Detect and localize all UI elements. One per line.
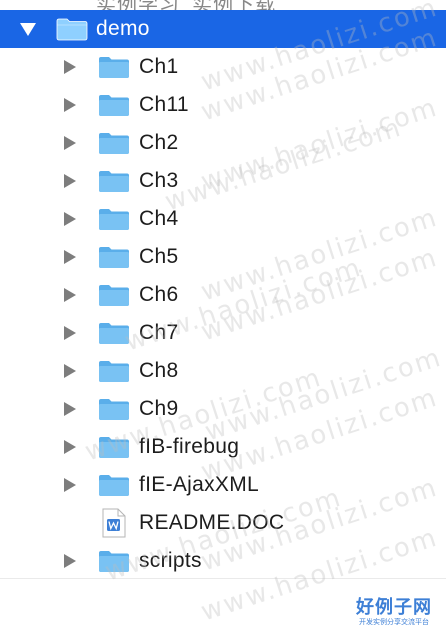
folder-icon <box>99 437 129 458</box>
list-bottom-divider <box>0 578 446 579</box>
tree-row[interactable]: Ch1 <box>0 48 446 86</box>
partially-visible-row: 实例学习_实例下载 <box>0 0 446 10</box>
tree-row-label: scripts <box>139 549 202 572</box>
tree-row-demo[interactable]: demo <box>0 10 446 48</box>
folder-icon <box>99 361 129 382</box>
logo-title: 好例子网 <box>356 597 432 618</box>
folder-icon <box>99 95 129 116</box>
disclosure-triangle-collapsed-icon[interactable] <box>64 174 76 188</box>
tree-row-label: Ch3 <box>139 169 179 192</box>
disclosure-triangle-collapsed-icon[interactable] <box>64 326 76 340</box>
disclosure-triangle-collapsed-icon[interactable] <box>64 60 76 74</box>
tree-row[interactable]: fIE-AjaxXML <box>0 466 446 504</box>
disclosure-triangle-collapsed-icon[interactable] <box>64 364 76 378</box>
tree-row[interactable]: Ch7 <box>0 314 446 352</box>
folder-icon <box>99 133 129 154</box>
finder-outline-view: 实例学习_实例下载 demo Ch1 Ch11 Ch2 Ch3 Ch4 Ch5 Ch6 Ch7… <box>0 0 446 634</box>
tree-row-label: demo <box>96 17 150 40</box>
folder-icon <box>99 209 129 230</box>
word-document-icon <box>102 508 126 538</box>
folder-icon <box>99 57 129 78</box>
tree-row-label: README.DOC <box>139 511 285 534</box>
tree-row[interactable]: fIB-firebug <box>0 428 446 466</box>
folder-icon <box>99 285 129 306</box>
tree-row-label: Ch5 <box>139 245 179 268</box>
tree-row[interactable]: Ch9 <box>0 390 446 428</box>
disclosure-triangle-collapsed-icon[interactable] <box>64 554 76 568</box>
tree-row-label: Ch9 <box>139 397 179 420</box>
tree-row-label: Ch7 <box>139 321 179 344</box>
folder-icon <box>99 551 129 572</box>
tree-row-label: fIB-firebug <box>139 435 240 458</box>
partial-row-label: 实例学习_实例下载 <box>96 0 276 10</box>
logo-subtitle: 开发实例分享交流平台 <box>359 619 429 626</box>
folder-icon <box>56 18 88 41</box>
folder-icon <box>99 399 129 420</box>
disclosure-triangle-collapsed-icon[interactable] <box>64 478 76 492</box>
disclosure-triangle-collapsed-icon[interactable] <box>64 440 76 454</box>
tree-row-label: Ch1 <box>139 55 179 78</box>
tree-row-label: Ch8 <box>139 359 179 382</box>
disclosure-triangle-collapsed-icon[interactable] <box>64 136 76 150</box>
disclosure-triangle-collapsed-icon[interactable] <box>64 288 76 302</box>
folder-icon <box>99 171 129 192</box>
folder-icon <box>99 323 129 344</box>
tree-row[interactable]: Ch5 <box>0 238 446 276</box>
disclosure-triangle-collapsed-icon[interactable] <box>64 98 76 112</box>
tree-row[interactable]: Ch4 <box>0 200 446 238</box>
disclosure-triangle-expanded-icon[interactable] <box>20 23 36 36</box>
tree-row-label: Ch4 <box>139 207 179 230</box>
tree-row[interactable]: Ch3 <box>0 162 446 200</box>
disclosure-triangle-collapsed-icon[interactable] <box>64 250 76 264</box>
tree-row-label: Ch6 <box>139 283 179 306</box>
site-logo: 好例子网 开发实例分享交流平台 <box>356 597 432 627</box>
tree-row[interactable]: README.DOC <box>0 504 446 542</box>
folder-icon <box>99 247 129 268</box>
tree-row[interactable]: Ch2 <box>0 124 446 162</box>
tree-row-label: Ch2 <box>139 131 179 154</box>
tree-row[interactable]: Ch11 <box>0 86 446 124</box>
tree-row[interactable]: scripts <box>0 542 446 580</box>
tree-row-label: Ch11 <box>139 93 189 116</box>
disclosure-triangle-collapsed-icon[interactable] <box>64 402 76 416</box>
tree-row[interactable]: Ch8 <box>0 352 446 390</box>
tree-row-label: fIE-AjaxXML <box>139 473 259 496</box>
disclosure-triangle-collapsed-icon[interactable] <box>64 212 76 226</box>
folder-icon <box>99 475 129 496</box>
tree-row[interactable]: Ch6 <box>0 276 446 314</box>
